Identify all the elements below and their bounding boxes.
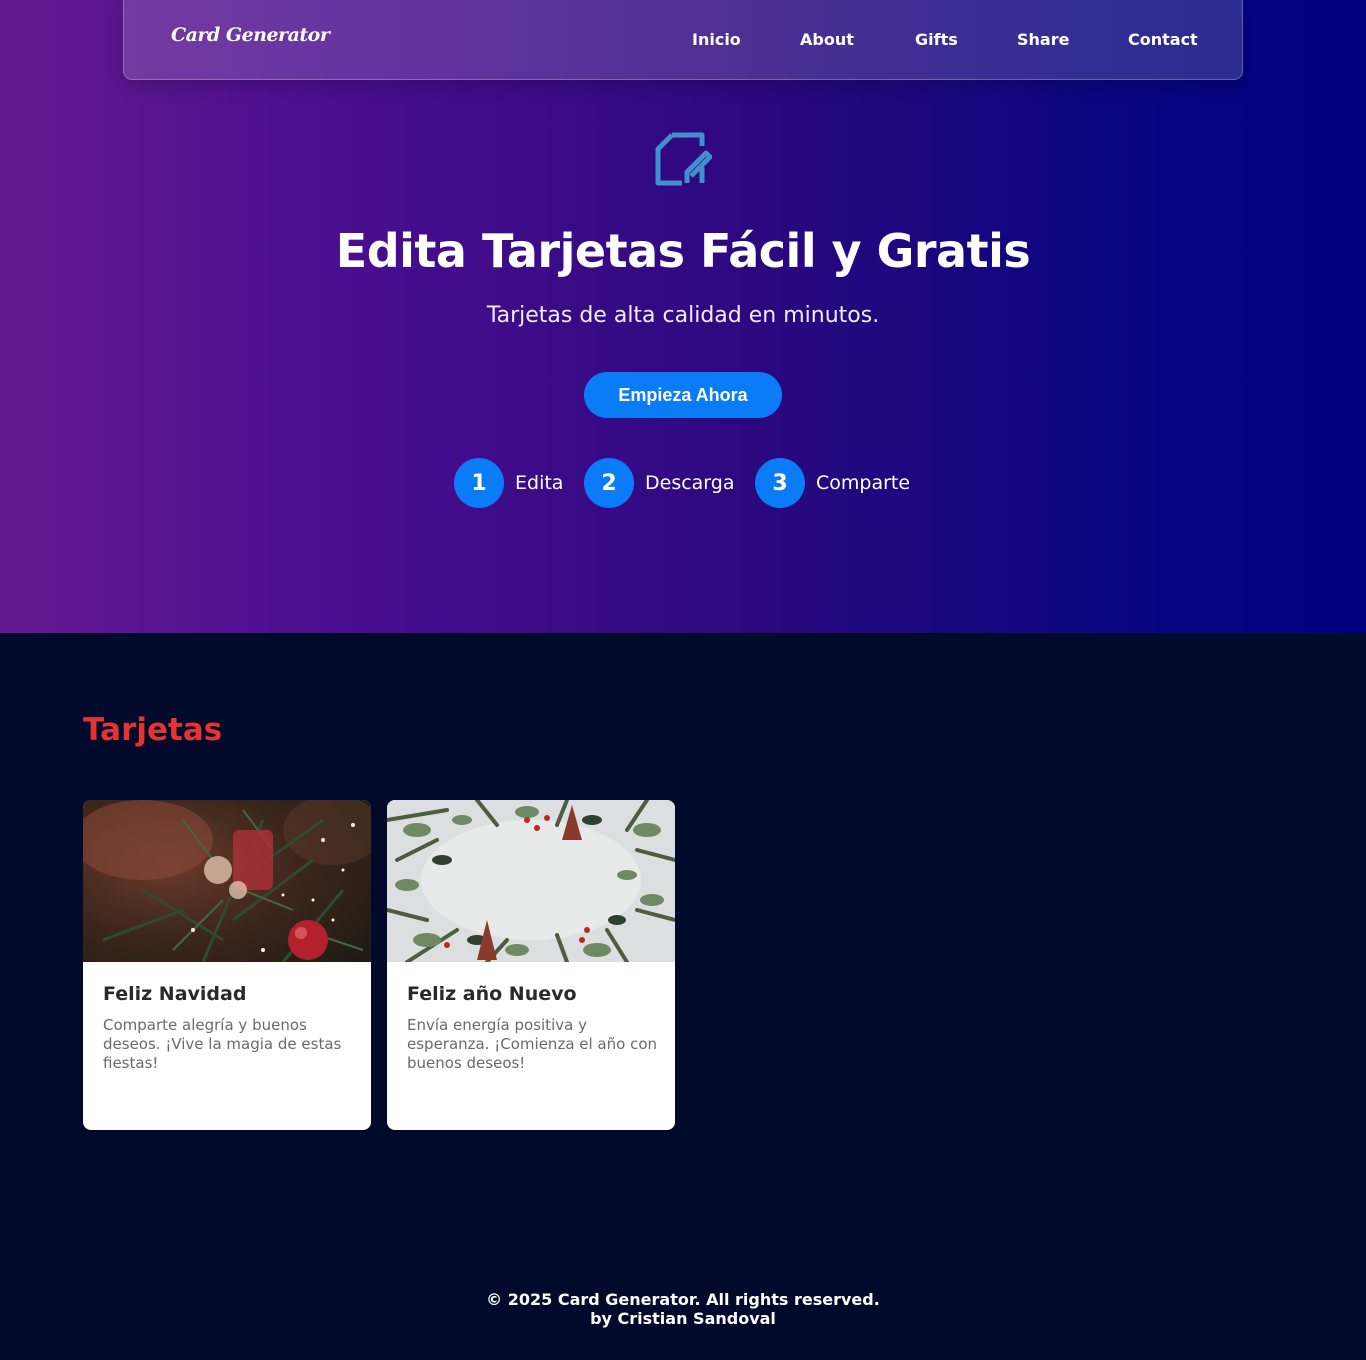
nav-link-gifts[interactable]: Gifts <box>915 30 958 49</box>
christmas-tree-image <box>83 800 371 962</box>
step-edit: 1 Edita <box>454 458 563 508</box>
step-label: Comparte <box>816 472 911 494</box>
step-number: 1 <box>454 458 504 508</box>
edit-document-icon <box>655 132 712 186</box>
navbar: Card Generator Inicio About Gifts Share … <box>123 0 1243 80</box>
step-download: 2 Descarga <box>584 458 735 508</box>
step-number: 2 <box>584 458 634 508</box>
card-feliz-navidad[interactable]: Feliz Navidad Comparte alegría y buenos … <box>83 800 371 1130</box>
footer: © 2025 Card Generator. All rights reserv… <box>0 1290 1366 1328</box>
nav-link-contact[interactable]: Contact <box>1128 30 1198 49</box>
nav-link-share[interactable]: Share <box>1017 30 1069 49</box>
hero-section: Card Generator Inicio About Gifts Share … <box>0 0 1366 633</box>
nav-link-about[interactable]: About <box>800 30 854 49</box>
card-title: Feliz año Nuevo <box>407 983 577 1005</box>
step-label: Edita <box>515 472 564 494</box>
logo[interactable]: Card Generator <box>171 24 330 46</box>
step-share: 3 Comparte <box>755 458 910 508</box>
winter-wreath-image <box>387 800 675 962</box>
nav-link-inicio[interactable]: Inicio <box>692 30 741 49</box>
footer-copyright: © 2025 Card Generator. All rights reserv… <box>486 1290 880 1309</box>
card-title: Feliz Navidad <box>103 983 247 1005</box>
hero-subtitle: Tarjetas de alta calidad en minutos. <box>486 303 880 328</box>
cards-section-title: Tarjetas <box>83 712 223 748</box>
card-feliz-ano-nuevo[interactable]: Feliz año Nuevo Envía energía positiva y… <box>387 800 675 1130</box>
step-label: Descarga <box>645 472 735 494</box>
footer-author: by Cristian Sandoval <box>590 1309 776 1328</box>
card-description: Envía energía positiva y esperanza. ¡Com… <box>407 1016 658 1072</box>
start-now-button[interactable]: Empieza Ahora <box>584 372 782 418</box>
step-number: 3 <box>755 458 805 508</box>
hero-title: Edita Tarjetas Fácil y Gratis <box>335 224 1031 278</box>
card-description: Comparte alegría y buenos deseos. ¡Vive … <box>103 1016 342 1072</box>
